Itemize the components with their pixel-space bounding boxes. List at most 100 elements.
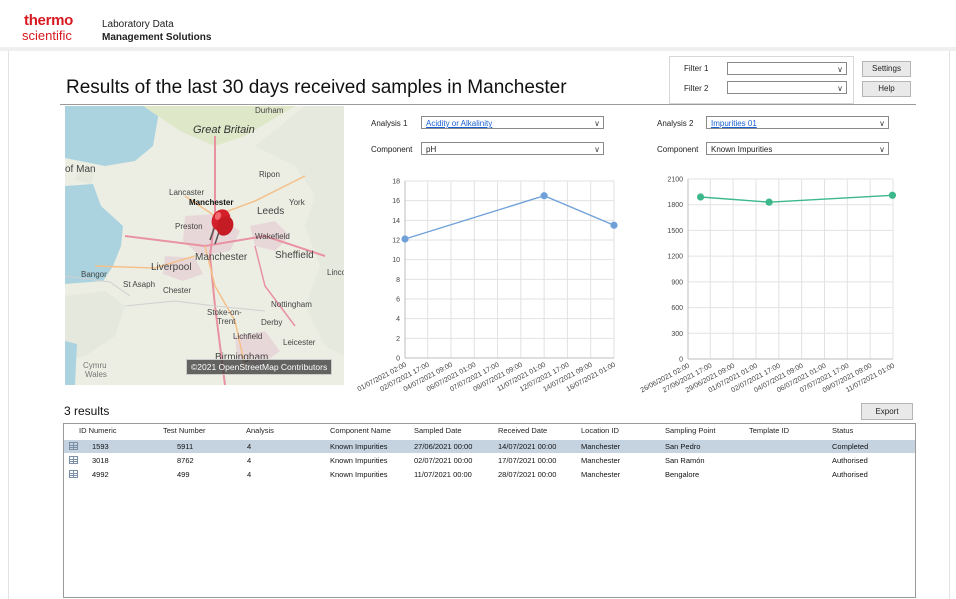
analysis1-label: Analysis 1	[371, 119, 408, 128]
table-row[interactable]: 1593 5911 4 Known Impurities 27/06/2021 …	[64, 440, 915, 453]
settings-button[interactable]: Settings	[862, 61, 911, 77]
analysis2-label: Analysis 2	[657, 119, 694, 128]
analysis2-value: Impurities 01	[711, 119, 757, 128]
column-header[interactable]: Location ID	[581, 426, 619, 435]
cell-location-id: Manchester	[581, 456, 621, 465]
cell-received-date: 28/07/2021 00:00	[498, 470, 557, 479]
component2-value: Known Impurities	[711, 145, 773, 154]
filter1-select[interactable]: ∨	[727, 62, 847, 75]
data-point[interactable]	[765, 198, 773, 206]
chevron-down-icon: ∨	[594, 145, 600, 154]
y-tick-label: 18	[392, 179, 400, 186]
map-label-stoke-1: Stoke-on-	[207, 308, 242, 317]
y-tick-label: 300	[671, 331, 683, 338]
column-header[interactable]: Template ID	[749, 426, 789, 435]
map-label-durham: Durham	[255, 106, 284, 115]
grid-row-icon[interactable]	[69, 470, 78, 478]
component2-select[interactable]: Known Impurities ∨	[706, 142, 889, 155]
map-label-bangor: Bangor	[81, 270, 107, 279]
map-label-leeds: Leeds	[257, 206, 285, 217]
data-point[interactable]	[888, 191, 897, 199]
column-header[interactable]: Received Date	[498, 426, 547, 435]
title-divider	[60, 104, 916, 105]
cell-analysis: 4	[247, 442, 252, 451]
map-label-manchester: Manchester	[195, 252, 248, 263]
y-tick-label: 6	[396, 297, 400, 304]
cell-status: Authorised	[832, 456, 868, 465]
column-header[interactable]: ID Numeric	[79, 426, 117, 435]
cell-status: Authorised	[832, 470, 868, 479]
help-button[interactable]: Help	[862, 81, 911, 97]
app-name-line1: Laboratory Data	[102, 19, 174, 30]
chevron-down-icon: ∨	[594, 119, 600, 128]
column-header[interactable]: Analysis	[246, 426, 274, 435]
cell-id-numeric: 1593	[92, 442, 109, 451]
location-map[interactable]: Durham Great Britain of Man Ripon Lancas…	[65, 106, 344, 385]
map-label-wakefield: Wakefield	[255, 232, 290, 241]
results-table: ID Numeric Test Number Analysis Componen…	[63, 423, 916, 598]
map-label-ripon: Ripon	[259, 170, 280, 179]
data-point[interactable]	[401, 235, 409, 243]
chart-ph: 01/07/2021 02:0002/07/2021 17:0004/07/20…	[357, 179, 618, 393]
brand-logo-scientific: scientific	[22, 28, 72, 43]
filter1-label: Filter 1	[684, 64, 709, 73]
y-tick-label: 8	[396, 277, 400, 284]
data-point[interactable]	[610, 221, 618, 229]
export-button[interactable]: Export	[861, 403, 913, 420]
data-point[interactable]	[696, 193, 705, 201]
map-label-sheffield: Sheffield	[275, 250, 314, 261]
cell-received-date: 14/07/2021 00:00	[498, 442, 557, 451]
y-tick-label: 14	[392, 218, 400, 225]
cell-component-name: Known Impurities	[330, 442, 388, 451]
y-tick-label: 12	[392, 238, 400, 245]
app-name: Laboratory Data Management Solutions	[102, 18, 211, 44]
chevron-down-icon: ∨	[837, 65, 843, 74]
column-header[interactable]: Sampling Point	[665, 426, 715, 435]
chevron-down-icon: ∨	[879, 145, 885, 154]
data-point[interactable]	[540, 192, 548, 200]
y-tick-label: 0	[679, 357, 683, 364]
map-label-nottingham: Nottingham	[271, 300, 312, 309]
brand-logo-thermo: thermo	[24, 12, 74, 29]
analysis2-select[interactable]: Impurities 01 ∨	[706, 116, 889, 129]
column-header[interactable]: Status	[832, 426, 853, 435]
cell-sampled-date: 02/07/2021 00:00	[414, 456, 473, 465]
y-tick-label: 1500	[667, 228, 683, 235]
cell-sampling-point: San Pedro	[665, 442, 701, 451]
filter2-select[interactable]: ∨	[727, 81, 847, 94]
cell-test-number: 8762	[177, 456, 194, 465]
map-label-liverpool: Liverpool	[151, 262, 192, 273]
filter2-label: Filter 2	[684, 84, 709, 93]
y-tick-label: 4	[396, 316, 400, 323]
cell-test-number: 499	[177, 470, 190, 479]
y-tick-label: 600	[671, 305, 683, 312]
map-pin-icon[interactable]	[213, 214, 237, 246]
column-header[interactable]: Sampled Date	[414, 426, 462, 435]
cell-status: Completed	[832, 442, 869, 451]
table-row[interactable]: 3018 8762 4 Known Impurities 02/07/2021 …	[64, 454, 915, 467]
series-line	[404, 195, 615, 240]
y-tick-label: 2	[396, 336, 400, 343]
component1-label: Component	[371, 145, 413, 154]
column-header[interactable]: Component Name	[330, 426, 391, 435]
grid-row-icon[interactable]	[69, 442, 78, 450]
component1-select[interactable]: pH ∨	[421, 142, 604, 155]
grid-row-icon[interactable]	[69, 456, 78, 464]
map-label-leicester: Leicester	[283, 338, 316, 347]
cell-analysis: 4	[247, 470, 252, 479]
cell-test-number: 5911	[177, 442, 194, 451]
analysis1-select[interactable]: Acidity or Alkalinity ∨	[421, 116, 604, 129]
table-row[interactable]: 4992 499 4 Known Impurities 11/07/2021 0…	[64, 468, 915, 481]
map-label-great-britain: Great Britain	[193, 124, 255, 136]
map-label-york: York	[289, 198, 305, 207]
analysis1-value: Acidity or Alkalinity	[426, 119, 493, 128]
map-label-derby: Derby	[261, 318, 283, 327]
cell-sampling-point: San Ramón	[665, 456, 705, 465]
map-label-lincoln: Lincol	[327, 268, 344, 277]
chart-known-impurities: 26/06/2021 02:0027/06/2021 17:0029/06/20…	[640, 177, 897, 394]
map-attribution: ©2021 OpenStreetMap Contributors	[186, 359, 333, 375]
map-label-cymru: Cymru	[83, 361, 107, 370]
column-header[interactable]: Test Number	[163, 426, 206, 435]
y-tick-label: 10	[392, 257, 400, 264]
cell-sampled-date: 27/06/2021 00:00	[414, 442, 473, 451]
